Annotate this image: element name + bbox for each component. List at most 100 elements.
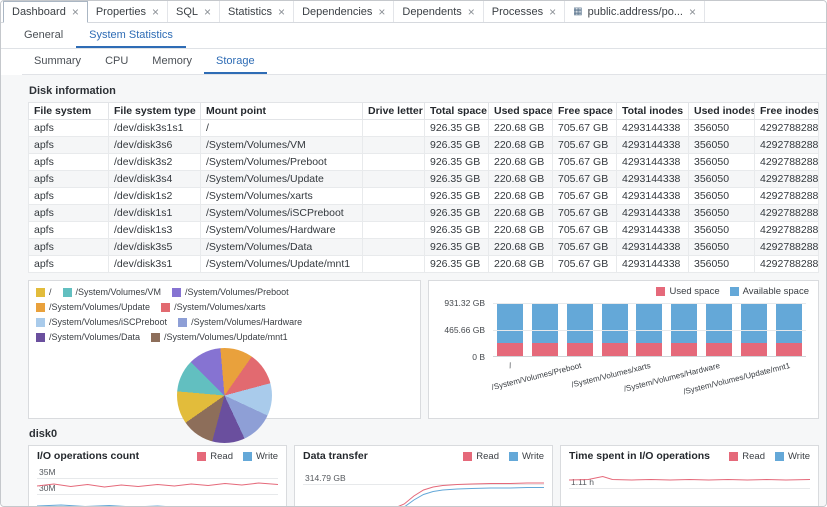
disk0-panels: I/O operations countReadWrite35M30MData …: [28, 445, 819, 507]
subtab-cpu[interactable]: CPU: [93, 49, 140, 74]
bar-available-segment: [567, 303, 593, 343]
column-header-free-space[interactable]: Free space: [553, 103, 617, 120]
disk-usage-pie-chart[interactable]: [177, 348, 272, 443]
table-cell: [363, 205, 425, 222]
tab-dashboard[interactable]: Dashboard×: [3, 1, 88, 23]
close-icon[interactable]: ×: [549, 6, 556, 18]
bar-x-labels: //System/Volumes/Preboot/System/Volumes/…: [493, 357, 806, 403]
table-cell: [363, 154, 425, 171]
line-chart[interactable]: 1.11 h: [569, 466, 810, 507]
column-header-used-inodes[interactable]: Used inodes: [689, 103, 755, 120]
table-cell: 220.68 GB: [489, 205, 553, 222]
bar-chart-plot[interactable]: [493, 303, 806, 357]
legend-label: Write: [788, 451, 810, 462]
table-cell: 926.35 GB: [425, 222, 489, 239]
tab-sql[interactable]: SQL ×: [168, 1, 220, 22]
column-header-total-space[interactable]: Total space: [425, 103, 489, 120]
table-cell: /: [201, 120, 363, 137]
table-cell: 4292788288: [755, 188, 819, 205]
close-icon[interactable]: ×: [152, 6, 159, 18]
chart-header: Time spent in I/O operations Read Write: [569, 450, 810, 462]
legend-read: Read: [463, 451, 499, 462]
legend-swatch: [161, 303, 170, 312]
legend-label: Write: [256, 451, 278, 462]
column-header-total-inodes[interactable]: Total inodes: [617, 103, 689, 120]
subtab-memory[interactable]: Memory: [140, 49, 204, 74]
subtab-storage[interactable]: Storage: [204, 49, 267, 74]
line-chart[interactable]: 35M30M: [37, 466, 278, 507]
table-cell: 926.35 GB: [425, 171, 489, 188]
chart-title: Time spent in I/O operations: [569, 450, 710, 462]
navtab-general[interactable]: General: [11, 23, 76, 48]
table-row[interactable]: apfs/dev/disk1s2/System/Volumes/xarts926…: [29, 188, 819, 205]
line-chart[interactable]: 314.79 GB: [303, 466, 544, 507]
close-icon[interactable]: ×: [204, 6, 211, 18]
table-cell: apfs: [29, 120, 109, 137]
close-icon[interactable]: ×: [72, 6, 79, 18]
table-cell: 926.35 GB: [425, 188, 489, 205]
table-cell: 705.67 GB: [553, 154, 617, 171]
legend-swatch: [197, 452, 206, 461]
table-row[interactable]: apfs/dev/disk3s4/System/Volumes/Update92…: [29, 171, 819, 188]
table-cell: /System/Volumes/Hardware: [201, 222, 363, 239]
table-cell: 356050: [689, 239, 755, 256]
disk0-panel-time-spent-in-i-o-operations: Time spent in I/O operations Read Write 1.1…: [560, 445, 819, 507]
tab-label: SQL: [176, 6, 198, 18]
column-header-file-system-type[interactable]: File system type: [109, 103, 201, 120]
table-row[interactable]: apfs/dev/disk3s5/System/Volumes/Data926.…: [29, 239, 819, 256]
tab-properties[interactable]: Properties×: [88, 1, 168, 22]
column-header-drive-letter[interactable]: Drive letter: [363, 103, 425, 120]
bar-used-segment: [741, 343, 767, 356]
bar-legend-available-space: Available space: [730, 286, 809, 297]
disk0-title: disk0: [29, 428, 819, 440]
legend-label: /: [49, 286, 52, 299]
tab-dependents[interactable]: Dependents×: [394, 1, 483, 22]
table-header-row: File systemFile system typeMount pointDr…: [29, 103, 819, 120]
table-row[interactable]: apfs/dev/disk1s1/System/Volumes/iSCPrebo…: [29, 205, 819, 222]
table-cell: 4292788288: [755, 120, 819, 137]
legend-swatch: [151, 333, 160, 342]
disk0-panel-i-o-operations-count: I/O operations countReadWrite35M30M: [28, 445, 287, 507]
legend-label: Read: [742, 451, 765, 462]
tab-processes[interactable]: Processes×: [484, 1, 565, 22]
table-row[interactable]: apfs/dev/disk3s1s1/926.35 GB220.68 GB705…: [29, 120, 819, 137]
close-icon[interactable]: ×: [468, 6, 475, 18]
table-cell: 4293144338: [617, 120, 689, 137]
table-row[interactable]: apfs/dev/disk3s6/System/Volumes/VM926.35…: [29, 137, 819, 154]
legend-label: Write: [522, 451, 544, 462]
column-header-file-system[interactable]: File system: [29, 103, 109, 120]
pie-legend-item-system-volumes-iscpreboot: /System/Volumes/iSCPreboot: [36, 316, 167, 329]
bar-used-segment: [636, 343, 662, 356]
table-cell: /System/Volumes/Update: [201, 171, 363, 188]
table-cell: 705.67 GB: [553, 188, 617, 205]
table-cell: 220.68 GB: [489, 154, 553, 171]
column-header-free-inodes[interactable]: Free inodes: [755, 103, 819, 120]
column-header-used-space[interactable]: Used space: [489, 103, 553, 120]
subtab-summary[interactable]: Summary: [22, 49, 93, 74]
table-cell: 705.67 GB: [553, 120, 617, 137]
chart-title: I/O operations count: [37, 450, 139, 462]
tab-dependencies[interactable]: Dependencies×: [294, 1, 394, 22]
table-cell: apfs: [29, 188, 109, 205]
chart-header: Data transferReadWrite: [303, 450, 544, 462]
navtab-system-statistics[interactable]: System Statistics: [76, 23, 186, 48]
table-cell: 705.67 GB: [553, 171, 617, 188]
gridline: [493, 330, 806, 331]
column-header-mount-point[interactable]: Mount point: [201, 103, 363, 120]
close-icon[interactable]: ×: [378, 6, 385, 18]
close-icon[interactable]: ×: [689, 6, 696, 18]
tab-label: public.address/po...: [588, 6, 683, 18]
table-row[interactable]: apfs/dev/disk1s3/System/Volumes/Hardware…: [29, 222, 819, 239]
tab-public-address-po[interactable]: ▦public.address/po...×: [565, 1, 705, 22]
legend-label: /System/Volumes/Update: [49, 301, 150, 314]
disk-information-table: File systemFile system typeMount pointDr…: [28, 102, 819, 273]
table-cell: /dev/disk3s6: [109, 137, 201, 154]
tab-statistics[interactable]: Statistics×: [220, 1, 294, 22]
pie-legend-item-system-volumes-preboot: /System/Volumes/Preboot: [172, 286, 289, 299]
x-axis-label-text: /: [508, 361, 512, 370]
table-cell: 220.68 GB: [489, 120, 553, 137]
table-cell: /System/Volumes/Preboot: [201, 154, 363, 171]
table-row[interactable]: apfs/dev/disk3s1/System/Volumes/Update/m…: [29, 256, 819, 273]
table-row[interactable]: apfs/dev/disk3s2/System/Volumes/Preboot9…: [29, 154, 819, 171]
close-icon[interactable]: ×: [278, 6, 285, 18]
